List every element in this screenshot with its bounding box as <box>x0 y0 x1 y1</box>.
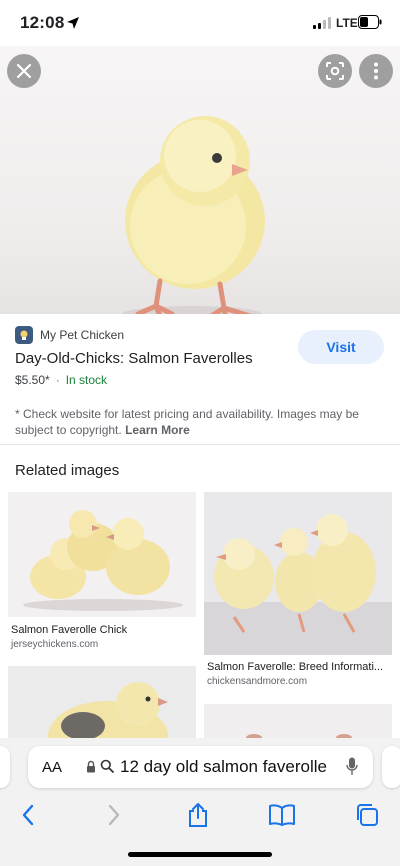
chevron-right-icon <box>108 804 120 826</box>
battery-icon <box>358 15 382 29</box>
signal-icon <box>313 17 331 29</box>
status-bar: 12:08 LTE <box>0 0 400 46</box>
forward-button[interactable] <box>99 800 129 830</box>
result-title[interactable]: Day-Old-Chicks: Salmon Faverolles <box>15 350 253 367</box>
reader-options-button[interactable]: AA <box>42 759 62 776</box>
learn-more-link[interactable]: Learn More <box>125 423 190 437</box>
lock-icon <box>87 760 95 773</box>
visit-button[interactable]: Visit <box>298 330 384 364</box>
tabs-icon <box>357 804 378 826</box>
source-name[interactable]: My Pet Chicken <box>40 328 124 342</box>
hero-image[interactable] <box>0 46 400 314</box>
status-time: 12:08 <box>20 13 65 32</box>
site-favicon-icon <box>15 326 33 344</box>
price: $5.50* <box>15 373 50 387</box>
stock-status: In stock <box>65 373 108 387</box>
book-icon <box>269 804 295 826</box>
previous-tab-peek[interactable] <box>0 746 10 788</box>
lens-button[interactable] <box>318 54 352 88</box>
chick-illustration <box>122 116 265 314</box>
address-bar[interactable]: AA 12 day old salmon faverolle <box>28 746 373 788</box>
result-details: My Pet Chicken Day-Old-Chicks: Salmon Fa… <box>0 314 400 445</box>
separator: · <box>55 373 60 387</box>
related-image <box>8 492 196 617</box>
more-options-button[interactable] <box>359 54 393 88</box>
more-vertical-icon <box>374 62 378 80</box>
related-images-heading: Related images <box>15 462 120 479</box>
related-image-tile[interactable] <box>8 666 196 738</box>
disclaimer: * Check website for latest pricing and a… <box>15 406 375 438</box>
location-arrow-icon <box>67 17 79 29</box>
search-icon <box>100 759 114 773</box>
related-image-tile[interactable]: Salmon Faverolle: Breed Informati... chi… <box>204 492 392 692</box>
source-row[interactable]: My Pet Chicken <box>15 326 124 344</box>
lens-icon <box>326 62 344 80</box>
related-image-tile[interactable]: Salmon Faverolle Chick jerseychickens.co… <box>8 492 196 652</box>
home-indicator <box>128 852 272 857</box>
related-image-title[interactable]: Salmon Faverolle Chick <box>11 624 195 636</box>
related-image-source: jerseychickens.com <box>11 639 99 650</box>
next-tab-peek[interactable] <box>382 746 400 788</box>
share-icon <box>189 803 207 827</box>
back-button[interactable] <box>13 800 43 830</box>
bookmarks-button[interactable] <box>267 800 297 830</box>
chevron-left-icon <box>22 804 34 826</box>
close-button[interactable] <box>7 54 41 88</box>
share-button[interactable] <box>183 800 213 830</box>
related-image <box>204 492 392 655</box>
microphone-icon[interactable] <box>346 757 358 776</box>
related-image <box>204 704 392 738</box>
close-icon <box>16 63 32 79</box>
related-image-title[interactable]: Salmon Faverolle: Breed Informati... <box>207 661 390 673</box>
related-image-source: chickensandmore.com <box>207 676 308 687</box>
price-row: $5.50* · In stock <box>15 373 107 387</box>
address-text[interactable]: 12 day old salmon faverolle <box>120 757 327 777</box>
related-image-tile[interactable] <box>204 704 392 738</box>
tabs-button[interactable] <box>352 800 382 830</box>
network-type: LTE <box>336 16 358 30</box>
related-image <box>8 666 196 738</box>
